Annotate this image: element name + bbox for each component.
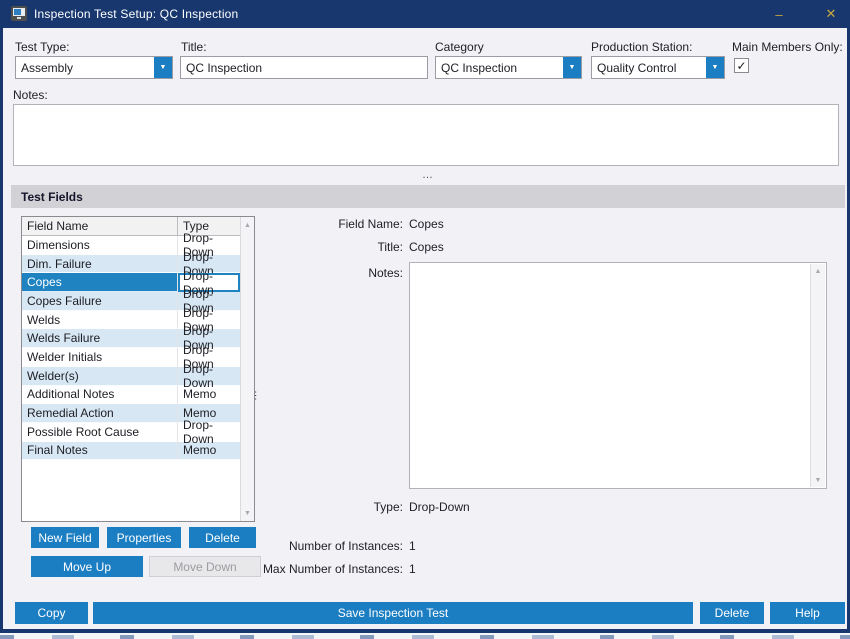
test-type-value: Assembly: [16, 61, 154, 75]
field-name-cell[interactable]: Welds: [22, 311, 178, 330]
save-inspection-test-button[interactable]: Save Inspection Test: [93, 602, 693, 624]
column-header-field-name[interactable]: Field Name: [22, 217, 178, 236]
field-grid-body: Dimensions Drop-Down Dim. Failure Drop-Down…: [22, 236, 240, 460]
num-instances-value: 1: [409, 539, 416, 553]
num-instances-label: Number of Instances:: [283, 539, 403, 553]
delete-test-button[interactable]: Delete: [700, 602, 764, 624]
field-name-cell[interactable]: Dim. Failure: [22, 255, 178, 274]
chevron-down-icon[interactable]: ▼: [563, 57, 581, 78]
splitter-grip-icon: …: [422, 169, 434, 181]
window-title: Inspection Test Setup: QC Inspection: [34, 7, 238, 21]
app-icon: [11, 6, 27, 21]
grid-scrollbar[interactable]: ▲ ▼: [240, 217, 254, 521]
category-label: Category: [435, 40, 484, 54]
horizontal-splitter[interactable]: …: [3, 172, 850, 178]
table-row[interactable]: Possible Root CauseDrop-Down: [22, 423, 240, 442]
notes-textarea[interactable]: [13, 104, 839, 166]
detail-notes-textarea[interactable]: ▲ ▼: [409, 262, 827, 489]
detail-title-value: Copes: [409, 240, 444, 254]
field-grid[interactable]: Field Name Type DimensionsDrop-DownDim. …: [21, 216, 255, 522]
help-button[interactable]: Help: [770, 602, 845, 624]
field-name-cell[interactable]: Remedial Action: [22, 404, 178, 423]
splitter-grip-icon: …: [252, 390, 264, 402]
chevron-down-icon[interactable]: ▼: [706, 57, 724, 78]
production-station-value: Quality Control: [592, 61, 706, 75]
field-type-cell[interactable]: Memo: [178, 442, 240, 461]
scroll-down-icon[interactable]: ▼: [241, 506, 254, 520]
field-type-cell[interactable]: Drop-Down: [178, 423, 240, 442]
check-icon: ✓: [736, 60, 746, 72]
field-name-cell[interactable]: Welder Initials: [22, 348, 178, 367]
table-row[interactable]: Final NotesMemo: [22, 442, 240, 461]
field-name-cell[interactable]: Copes: [22, 273, 178, 292]
scroll-up-icon[interactable]: ▲: [241, 218, 254, 232]
title-input[interactable]: QC Inspection: [180, 56, 428, 79]
move-down-button[interactable]: Move Down: [149, 556, 261, 577]
field-name-cell[interactable]: Additional Notes: [22, 386, 178, 405]
field-name-cell[interactable]: Dimensions: [22, 236, 178, 255]
production-station-select[interactable]: Quality Control ▼: [591, 56, 725, 79]
field-name-cell[interactable]: Welds Failure: [22, 329, 178, 348]
background-window-strip: [0, 633, 850, 639]
scroll-down-icon[interactable]: ▼: [811, 473, 825, 487]
close-button[interactable]: ✕: [811, 0, 850, 28]
titlebar[interactable]: Inspection Test Setup: QC Inspection – ✕: [3, 0, 850, 28]
inspection-test-setup-dialog: Inspection Test Setup: QC Inspection – ✕…: [0, 0, 850, 633]
field-type-cell[interactable]: Memo: [178, 386, 240, 405]
copy-button[interactable]: Copy: [15, 602, 88, 624]
notes-scrollbar[interactable]: ▲ ▼: [810, 264, 825, 487]
detail-title-label: Title:: [283, 240, 403, 254]
test-fields-section-header: Test Fields: [11, 185, 845, 208]
category-value: QC Inspection: [436, 61, 563, 75]
main-members-only-checkbox[interactable]: ✓: [734, 58, 749, 73]
category-select[interactable]: QC Inspection ▼: [435, 56, 582, 79]
scroll-up-icon[interactable]: ▲: [811, 264, 825, 278]
properties-button[interactable]: Properties: [107, 527, 181, 548]
field-type-cell[interactable]: Drop-Down: [178, 367, 240, 386]
detail-type-value: Drop-Down: [409, 500, 470, 514]
detail-type-label: Type:: [283, 500, 403, 514]
vertical-splitter[interactable]: …: [252, 390, 264, 402]
minimize-button[interactable]: –: [759, 0, 799, 28]
minimize-icon: –: [775, 7, 782, 22]
field-name-cell[interactable]: Copes Failure: [22, 292, 178, 311]
test-type-label: Test Type:: [15, 40, 69, 54]
section-title: Test Fields: [21, 190, 83, 204]
notes-label: Notes:: [13, 88, 48, 102]
title-label: Title:: [181, 40, 207, 54]
max-instances-value: 1: [409, 562, 416, 576]
table-row[interactable]: Additional NotesMemo: [22, 386, 240, 405]
new-field-button[interactable]: New Field: [31, 527, 99, 548]
detail-field-name-label: Field Name:: [283, 217, 403, 231]
production-station-label: Production Station:: [591, 40, 692, 54]
title-input-value: QC Inspection: [186, 61, 262, 75]
delete-field-button[interactable]: Delete: [189, 527, 256, 548]
max-instances-label: Max Number of Instances:: [261, 562, 403, 576]
move-up-button[interactable]: Move Up: [31, 556, 143, 577]
field-name-cell[interactable]: Welder(s): [22, 367, 178, 386]
detail-field-name-value: Copes: [409, 217, 444, 231]
close-icon: ✕: [826, 6, 837, 22]
main-members-only-label: Main Members Only:: [732, 40, 843, 54]
detail-notes-label: Notes:: [283, 266, 403, 280]
table-row[interactable]: Welder(s)Drop-Down: [22, 367, 240, 386]
field-name-cell[interactable]: Final Notes: [22, 442, 178, 461]
chevron-down-icon[interactable]: ▼: [154, 57, 172, 78]
test-type-select[interactable]: Assembly ▼: [15, 56, 173, 79]
field-name-cell[interactable]: Possible Root Cause: [22, 423, 178, 442]
